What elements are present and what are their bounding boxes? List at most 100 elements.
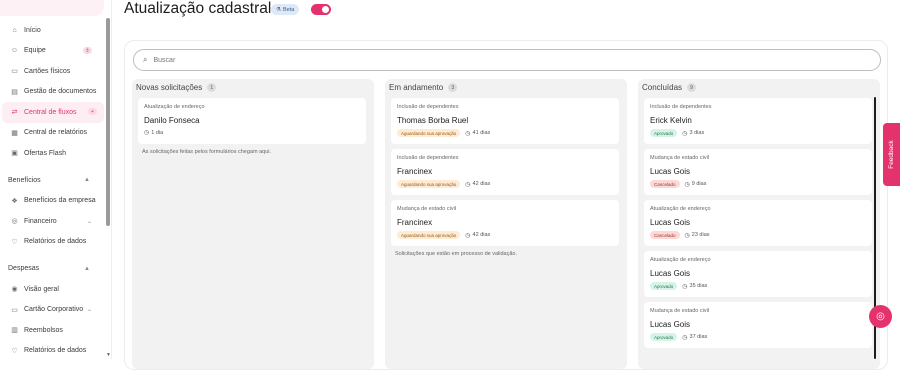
sidebar-item-ofertas-flash[interactable]: ▣ Ofertas Flash xyxy=(2,143,104,164)
sidebar-item-central-relatorios[interactable]: ▦ Central de relatórios xyxy=(2,123,104,144)
chevron-up-icon: ▲ xyxy=(84,177,90,183)
flask-icon: ⚗ xyxy=(276,6,281,13)
feedback-button[interactable]: Feedback xyxy=(883,123,900,186)
sidebar-item-equipe[interactable]: ☺ Equipe + ⌄ xyxy=(2,41,104,62)
column-hint: As solicitações feitas pelos formulários… xyxy=(142,149,272,155)
scroll-down-arrow-icon[interactable]: ▼ xyxy=(106,352,111,358)
gift-icon: ❖ xyxy=(11,197,18,205)
sidebar-item-central-fluxos[interactable]: ⇄ Central de fluxos + xyxy=(2,102,104,123)
card-name: Lucas Gois xyxy=(650,320,691,329)
status-badge: Aguardando sua aprovação xyxy=(397,180,461,188)
clock-icon: ◷ xyxy=(465,232,471,239)
chevron-down-icon: ⌄ xyxy=(86,198,92,205)
clock-icon: ◷ xyxy=(684,181,690,188)
sidebar-item-financeiro[interactable]: ◎ Financeiro ⌄ xyxy=(2,211,104,232)
page-title: Atualização cadastral xyxy=(124,0,272,17)
sidebar-item-relatorios-dados-despesas[interactable]: ♡ Relatórios de dados xyxy=(2,341,104,360)
search-input[interactable] xyxy=(153,56,754,64)
beta-badge: ⚗ Beta xyxy=(271,4,300,15)
card-name: Lucas Gois xyxy=(650,218,691,227)
sidebar-item-cartoes-fisicos[interactable]: ▭ Cartões físicos xyxy=(2,61,104,82)
section-beneficios[interactable]: Benefícios ▲ xyxy=(0,170,104,191)
refund-icon: ▥ xyxy=(11,327,18,335)
request-card[interactable]: Inclusão de dependentes Erick Kelvin Apr… xyxy=(644,98,872,144)
card-meta: Cancelado ◷ 9 dias xyxy=(650,180,706,188)
chevron-up-icon: ▲ xyxy=(84,265,90,272)
clock-icon: ◷ xyxy=(465,130,471,137)
card-type: Inclusão de dependentes xyxy=(397,104,459,110)
card-meta: Aprovado ◷ 35 dias xyxy=(650,282,707,290)
sidebar-header xyxy=(0,0,104,16)
report-icon: ▦ xyxy=(11,129,18,137)
card-meta: Cancelado ◷ 23 dias xyxy=(650,231,710,239)
sidebar-scrollbar[interactable] xyxy=(106,18,110,226)
request-card[interactable]: Atualização de endereço Lucas Gois Cance… xyxy=(644,200,872,246)
sidebar-item-beneficios-empresa[interactable]: ❖ Benefícios da empresa ⌄ xyxy=(2,191,104,212)
card-type: Inclusão de dependentes xyxy=(650,104,712,110)
card-name: Danilo Fonseca xyxy=(144,116,200,125)
column-count: 9 xyxy=(687,83,697,92)
card-type: Atualização de endereço xyxy=(144,104,205,110)
fluxos-badge: + xyxy=(88,108,97,115)
clock-icon: ◷ xyxy=(682,283,688,290)
column-header: Em andamento 3 xyxy=(389,83,458,92)
sidebar-item-gestao-documentos[interactable]: ▤ Gestão de documentos xyxy=(2,82,104,103)
card-meta: Aguardando sua aprovação ◷ 42 dias xyxy=(397,231,490,239)
column-count: 3 xyxy=(448,83,458,92)
card-type: Inclusão de dependentes xyxy=(397,155,459,161)
card-icon: ▭ xyxy=(11,68,18,76)
status-badge: Aprovado xyxy=(650,129,678,137)
home-icon: ⌂ xyxy=(12,26,17,34)
clock-icon: ◷ xyxy=(682,334,688,341)
card-icon: ▭ xyxy=(11,306,18,314)
help-button[interactable]: ◎ xyxy=(869,305,892,328)
offer-icon: ▣ xyxy=(11,150,18,158)
status-badge: Cancelado xyxy=(650,180,680,188)
sidebar-item-reembolsos[interactable]: ▥ Reembolsos xyxy=(2,320,104,341)
card-name: Erick Kelvin xyxy=(650,116,692,125)
help-icon: ◎ xyxy=(876,311,885,322)
sidebar-item-visao-geral[interactable]: ◉ Visão geral xyxy=(2,279,104,300)
sidebar-item-inicio[interactable]: ⌂ Início xyxy=(2,20,104,41)
request-card[interactable]: Inclusão de dependentes Thomas Borba Rue… xyxy=(391,98,619,144)
sidebar-item-relatorios-dados-beneficios[interactable]: ♡ Relatórios de dados xyxy=(2,232,104,253)
column-hint: Solicitações que estão em processo de va… xyxy=(395,251,517,257)
card-meta: ◷ 1 dia xyxy=(144,129,164,137)
section-despesas[interactable]: Despesas ▲ xyxy=(0,258,104,279)
column-count: 1 xyxy=(207,83,217,92)
card-name: Lucas Gois xyxy=(650,269,691,278)
card-name: Thomas Borba Ruel xyxy=(397,116,469,125)
clock-icon: ◷ xyxy=(684,232,690,239)
column-header: Concluídas 9 xyxy=(642,83,697,92)
eye-icon: ◉ xyxy=(11,286,18,294)
flow-icon: ⇄ xyxy=(11,109,18,117)
clock-icon: ◷ xyxy=(682,130,688,137)
clock-icon: ◷ xyxy=(465,181,471,188)
column-concluidas: Concluídas 9 Inclusão de dependentes Eric… xyxy=(638,79,880,369)
status-badge: Aguardando sua aprovação xyxy=(397,231,461,239)
status-badge: Aprovado xyxy=(650,282,678,290)
request-card[interactable]: Mudança de estado civil Lucas Gois Cance… xyxy=(644,149,872,195)
card-type: Atualização de endereço xyxy=(650,206,711,212)
card-name: Francinex xyxy=(397,218,433,227)
folder-icon: ▤ xyxy=(11,88,18,96)
sidebar-item-cartao-corporativo[interactable]: ▭ Cartão Corporativo ⌄ xyxy=(2,300,104,321)
chevron-down-icon: ⌄ xyxy=(86,307,92,314)
status-badge: Cancelado xyxy=(650,231,680,239)
request-card[interactable]: Mudança de estado civil Lucas Gois Aprov… xyxy=(644,302,872,348)
chart-icon: ♡ xyxy=(11,238,18,246)
request-card[interactable]: Atualização de endereço Lucas Gois Aprov… xyxy=(644,251,872,297)
card-meta: Aguardando sua aprovação ◷ 42 dias xyxy=(397,180,490,188)
request-card[interactable]: Atualização de endereço Danilo Fonseca ◷… xyxy=(138,98,366,144)
card-type: Mudança de estado civil xyxy=(650,308,710,314)
money-icon: ◎ xyxy=(11,218,18,226)
status-badge: Aguardando sua aprovação xyxy=(397,129,461,137)
column-header: Novas solicitações 1 xyxy=(136,83,217,92)
search-icon: ⌕ xyxy=(143,55,148,64)
beta-toggle[interactable] xyxy=(311,4,331,15)
users-icon: ☺ xyxy=(10,47,19,55)
request-card[interactable]: Inclusão de dependentes Francinex Aguard… xyxy=(391,149,619,195)
column-novas-solicitacoes: Novas solicitações 1 Atualização de ender… xyxy=(132,79,374,369)
request-card[interactable]: Mudança de estado civil Francinex Aguard… xyxy=(391,200,619,246)
search-bar[interactable]: ⌕ xyxy=(133,49,881,71)
